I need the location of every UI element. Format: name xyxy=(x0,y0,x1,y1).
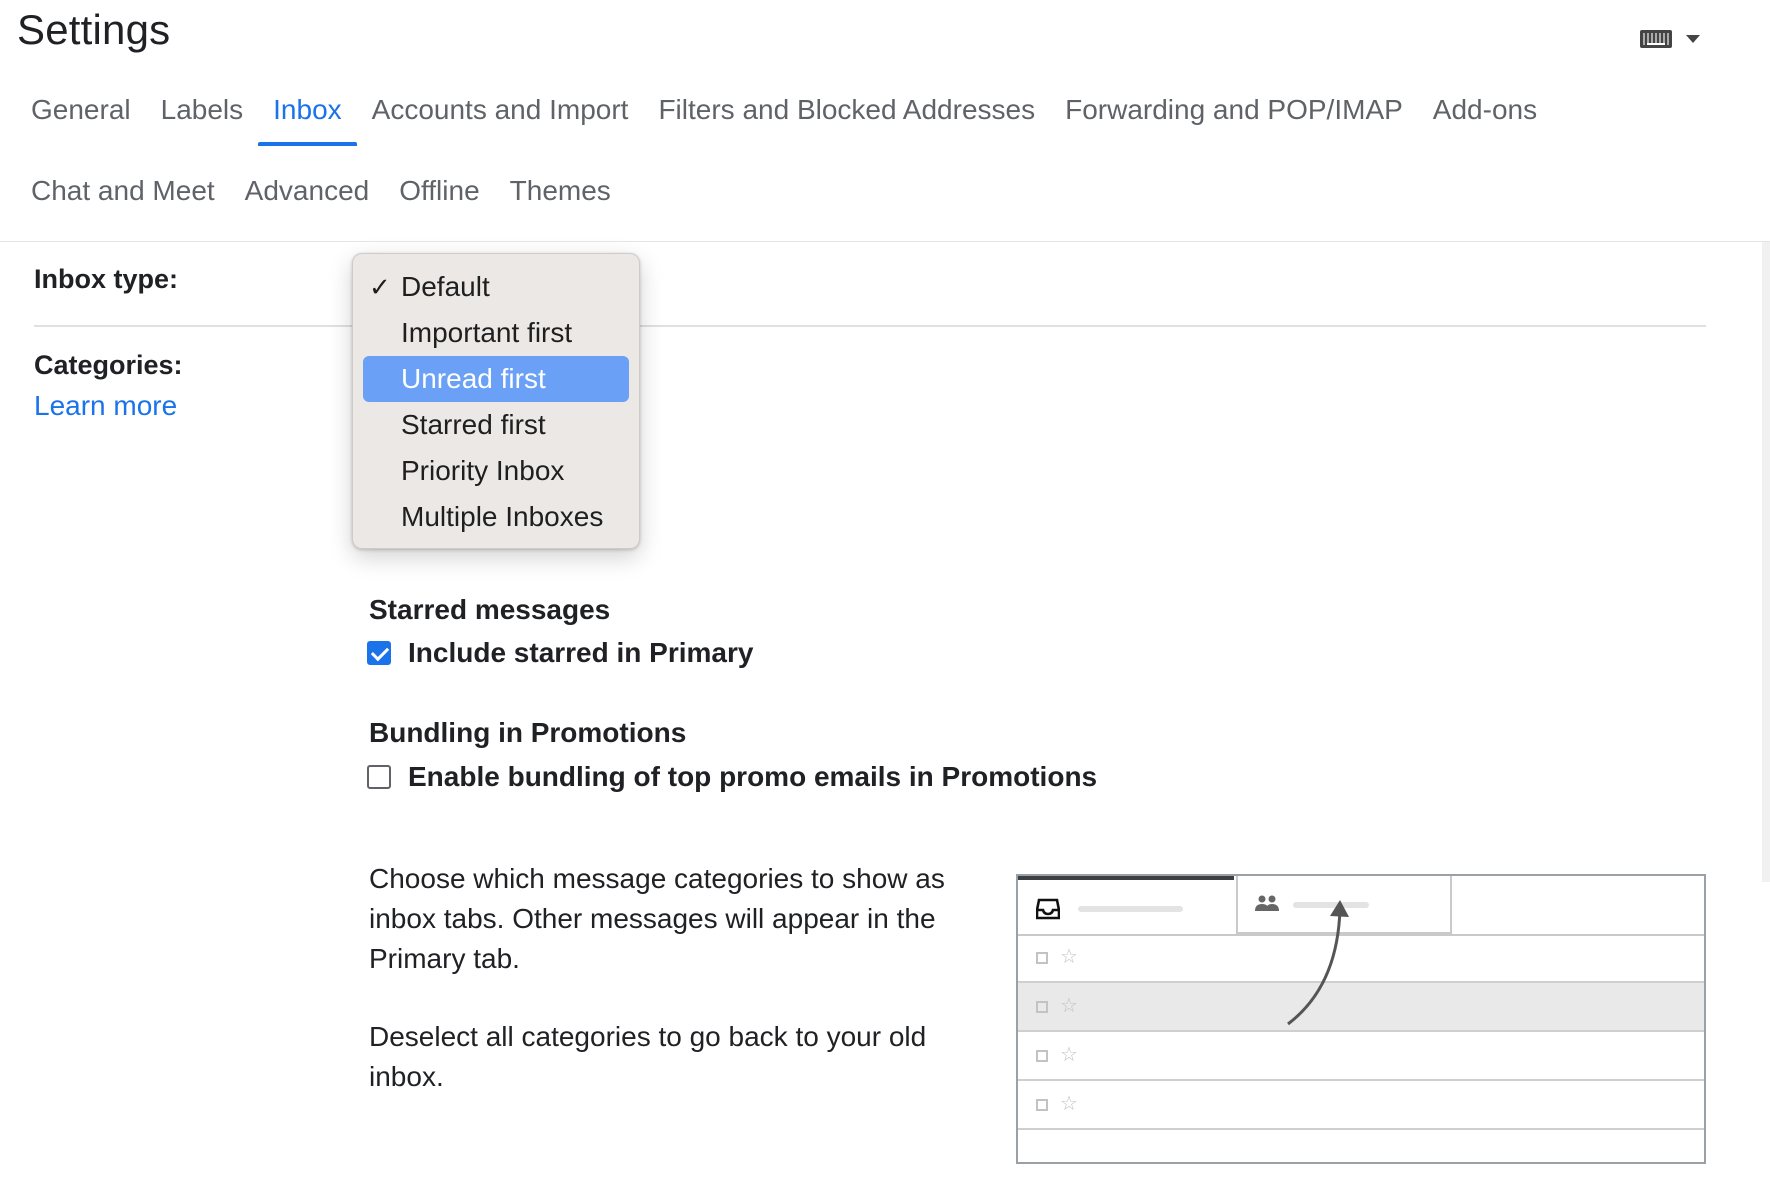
dropdown-option-multiple-inboxes[interactable]: Multiple Inboxes xyxy=(363,494,629,540)
inbox-type-label: Inbox type: xyxy=(34,264,179,294)
tab-offline[interactable]: Offline xyxy=(384,165,494,221)
tab-chat-and-meet[interactable]: Chat and Meet xyxy=(16,165,230,221)
categories-deselect-note: Deselect all categories to go back to yo… xyxy=(369,1021,927,1092)
categories-label: Categories: xyxy=(34,350,183,380)
dropdown-option-important-first[interactable]: Important first xyxy=(363,310,629,356)
bundling-option[interactable]: Enable bundling of top promo emails in P… xyxy=(367,761,1097,793)
tab-add-ons[interactable]: Add-ons xyxy=(1418,84,1552,140)
settings-tabs-row-1: General Labels Inbox Accounts and Import… xyxy=(16,84,1552,146)
tab-labels[interactable]: Labels xyxy=(146,84,259,140)
checkmark-icon: ✓ xyxy=(369,272,391,302)
inbox-tabs-illustration: ☆ ☆ ☆ ☆ xyxy=(1016,874,1706,1164)
page-title: Settings xyxy=(17,6,171,53)
learn-more-link[interactable]: Learn more xyxy=(34,390,177,422)
bundling-title: Bundling in Promotions xyxy=(369,717,687,748)
input-tools-button[interactable] xyxy=(1640,24,1710,54)
caret-down-icon xyxy=(1686,35,1700,43)
starred-messages-title: Starred messages xyxy=(369,594,611,625)
curved-arrow-icon xyxy=(1287,900,1349,1026)
include-starred-option[interactable]: Include starred in Primary xyxy=(367,637,753,669)
include-starred-label: Include starred in Primary xyxy=(408,637,754,668)
header-divider xyxy=(0,241,1770,242)
tab-advanced[interactable]: Advanced xyxy=(230,165,385,221)
dropdown-option-default[interactable]: ✓ Default xyxy=(363,264,629,310)
bundling-label: Enable bundling of top promo emails in P… xyxy=(408,761,1098,792)
inbox-type-dropdown[interactable]: ✓ Default Important first Unread first S… xyxy=(352,253,640,549)
tab-themes[interactable]: Themes xyxy=(495,165,626,221)
keyboard-icon xyxy=(1640,30,1672,48)
tab-accounts-and-import[interactable]: Accounts and Import xyxy=(357,84,644,140)
tab-inbox[interactable]: Inbox xyxy=(258,84,357,146)
section-divider xyxy=(34,325,1706,327)
bundling-checkbox[interactable] xyxy=(367,765,391,789)
settings-tabs-row-2: Chat and Meet Advanced Offline Themes xyxy=(16,165,626,221)
include-starred-checkbox[interactable] xyxy=(367,641,391,665)
tab-filters-and-blocked-addresses[interactable]: Filters and Blocked Addresses xyxy=(643,84,1050,140)
tab-forwarding-and-pop-imap[interactable]: Forwarding and POP/IMAP xyxy=(1050,84,1418,140)
dropdown-option-priority-inbox[interactable]: Priority Inbox xyxy=(363,448,629,494)
scrollbar[interactable] xyxy=(1762,242,1770,882)
tab-general[interactable]: General xyxy=(16,84,146,140)
dropdown-option-starred-first[interactable]: Starred first xyxy=(363,402,629,448)
dropdown-option-unread-first[interactable]: Unread first xyxy=(363,356,629,402)
categories-description: Choose which message categories to show … xyxy=(369,863,945,974)
